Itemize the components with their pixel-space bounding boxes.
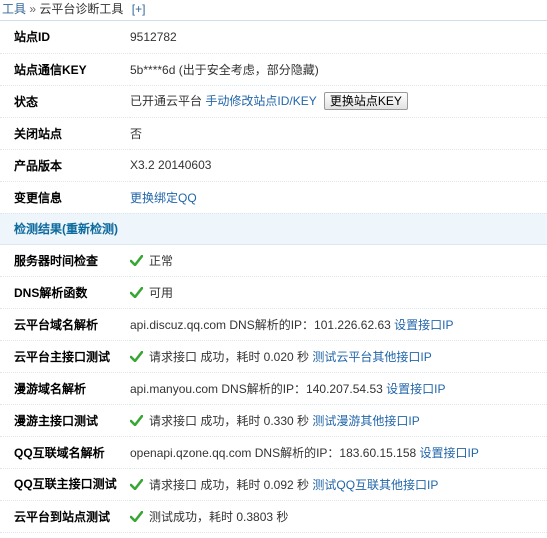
check-row-dns-func: DNS解析函数 可用 (0, 276, 547, 309)
breadcrumb-tools-link[interactable]: 工具 (2, 2, 26, 16)
check-label: 漫游主接口测试 (0, 404, 130, 437)
check-icon (130, 254, 143, 266)
check-cell: 请求接口 成功，耗时 0.330 秒 测试漫游其他接口IP (130, 404, 547, 437)
close-site-label: 关闭站点 (0, 117, 130, 150)
check-row-cloud-api: 云平台主接口测试 请求接口 成功，耗时 0.020 秒 测试云平台其他接口IP (0, 340, 547, 373)
check-row-time: 服务器时间检查 正常 (0, 244, 547, 277)
check-row-cloud-dns: 云平台域名解析 api.discuz.qq.com DNS解析的IP：101.2… (0, 308, 547, 341)
check-icon (130, 510, 143, 522)
check-cell: 测试成功，耗时 0.3803 秒 (130, 500, 547, 533)
status-cell: 已开通云平台 手动修改站点ID/KEY 更换站点KEY (130, 85, 547, 118)
check-result: 请求接口 成功，耗时 0.092 秒 (149, 477, 310, 492)
check-result: 正常 (149, 253, 174, 268)
check-icon (130, 350, 143, 362)
check-icon (130, 478, 143, 490)
check-row-qq-api: QQ互联主接口测试 请求接口 成功，耗时 0.092 秒 测试QQ互联其他接口I… (0, 468, 547, 501)
info-row-status: 状态 已开通云平台 手动修改站点ID/KEY 更换站点KEY (0, 85, 547, 118)
check-label: DNS解析函数 (0, 276, 130, 309)
diagnostic-table: 站点ID 9512782 站点通信KEY 5b****6d (出于安全考虑，部分… (0, 21, 547, 533)
check-results-header: 检测结果(重新检测) (0, 213, 547, 245)
site-id-value: 9512782 (130, 21, 547, 54)
check-cell: api.discuz.qq.com DNS解析的IP：101.226.62.63… (130, 308, 547, 341)
check-results-label: 检测结果 (14, 222, 63, 236)
status-label: 状态 (0, 85, 130, 118)
breadcrumb: 工具 » 云平台诊断工具 [+] (0, 0, 547, 21)
check-result: 测试成功，耗时 0.3803 秒 (149, 509, 289, 524)
check-result: 请求接口 成功，耗时 0.330 秒 (149, 413, 310, 428)
check-icon (130, 286, 143, 298)
info-row-version: 产品版本 X3.2 20140603 (0, 149, 547, 182)
set-interface-ip-link[interactable]: 设置接口IP (386, 382, 445, 396)
check-cell: 可用 (130, 276, 547, 309)
info-row-change: 变更信息 更换绑定QQ (0, 181, 547, 214)
recheck-link[interactable]: (重新检测) (62, 222, 118, 236)
check-label: 云平台到站点测试 (0, 500, 130, 533)
edit-site-id-key-link[interactable]: 手动修改站点ID/KEY (205, 94, 316, 108)
site-key-label: 站点通信KEY (0, 53, 130, 86)
check-icon (130, 414, 143, 426)
check-label: 云平台主接口测试 (0, 340, 130, 373)
check-cell: 正常 (130, 244, 547, 277)
breadcrumb-separator: » (29, 2, 37, 16)
check-cell: api.manyou.com DNS解析的IP：140.207.54.53 设置… (130, 372, 547, 405)
check-result: api.manyou.com DNS解析的IP：140.207.54.53 (130, 381, 383, 396)
change-site-key-button[interactable]: 更换站点KEY (323, 92, 408, 111)
change-info-cell: 更换绑定QQ (130, 181, 547, 214)
test-qq-other-ip-link[interactable]: 测试QQ互联其他接口IP (312, 478, 438, 492)
check-label: QQ互联域名解析 (0, 436, 130, 469)
info-row-site-id: 站点ID 9512782 (0, 21, 547, 54)
check-row-manyou-api: 漫游主接口测试 请求接口 成功，耗时 0.330 秒 测试漫游其他接口IP (0, 404, 547, 437)
test-manyou-other-ip-link[interactable]: 测试漫游其他接口IP (312, 414, 419, 428)
change-info-label: 变更信息 (0, 181, 130, 214)
check-cell: openapi.qzone.qq.com DNS解析的IP：183.60.15.… (130, 436, 547, 469)
check-result: openapi.qzone.qq.com DNS解析的IP：183.60.15.… (130, 445, 417, 460)
check-row-site-test: 云平台到站点测试 测试成功，耗时 0.3803 秒 (0, 500, 547, 533)
check-results-title: 检测结果(重新检测) (0, 213, 547, 245)
change-bound-qq-link[interactable]: 更换绑定QQ (130, 191, 197, 205)
check-label: 云平台域名解析 (0, 308, 130, 341)
add-shortcut-link[interactable]: [+] (132, 2, 146, 16)
status-value: 已开通云平台 (130, 93, 203, 108)
site-id-label: 站点ID (0, 21, 130, 54)
check-cell: 请求接口 成功，耗时 0.020 秒 测试云平台其他接口IP (130, 340, 547, 373)
check-result: 请求接口 成功，耗时 0.020 秒 (149, 349, 310, 364)
check-result: api.discuz.qq.com DNS解析的IP：101.226.62.63 (130, 317, 391, 332)
close-site-value: 否 (130, 117, 547, 150)
version-label: 产品版本 (0, 149, 130, 182)
check-cell: 请求接口 成功，耗时 0.092 秒 测试QQ互联其他接口IP (130, 468, 547, 501)
check-row-manyou-dns: 漫游域名解析 api.manyou.com DNS解析的IP：140.207.5… (0, 372, 547, 405)
check-label: 服务器时间检查 (0, 244, 130, 277)
version-value: X3.2 20140603 (130, 149, 547, 182)
check-result: 可用 (149, 285, 174, 300)
check-row-qq-dns: QQ互联域名解析 openapi.qzone.qq.com DNS解析的IP：1… (0, 436, 547, 469)
site-key-value: 5b****6d (出于安全考虑，部分隐藏) (130, 53, 547, 86)
set-interface-ip-link[interactable]: 设置接口IP (420, 446, 479, 460)
set-interface-ip-link[interactable]: 设置接口IP (394, 318, 453, 332)
check-label: QQ互联主接口测试 (0, 468, 130, 501)
test-cloud-other-ip-link[interactable]: 测试云平台其他接口IP (312, 350, 431, 364)
check-label: 漫游域名解析 (0, 372, 130, 405)
page-title: 云平台诊断工具 (39, 2, 124, 16)
info-row-site-key: 站点通信KEY 5b****6d (出于安全考虑，部分隐藏) (0, 53, 547, 86)
info-row-close-site: 关闭站点 否 (0, 117, 547, 150)
